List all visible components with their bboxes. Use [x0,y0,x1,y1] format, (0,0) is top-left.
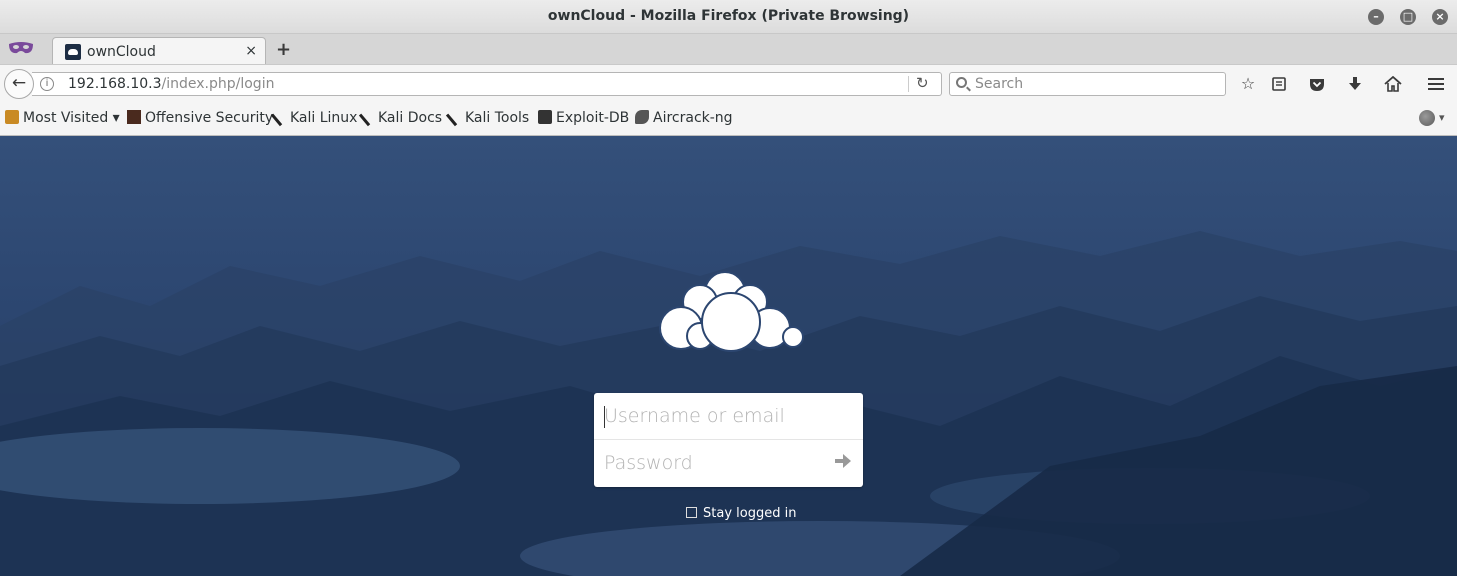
bookmark-kali-docs[interactable]: Kali Docs [358,107,443,127]
stay-logged-in-option[interactable]: Stay logged in [686,506,796,521]
folder-icon [5,110,19,124]
new-tab-button[interactable]: + [276,39,291,60]
bookmark-label: Kali Docs [378,110,443,126]
bookmark-aircrack-ng[interactable]: Aircrack-ng [635,110,733,126]
kali-dragon-icon [445,107,465,127]
submit-arrow-icon[interactable] [835,454,851,468]
offensive-security-icon [127,110,141,124]
url-separator [908,76,909,92]
text-cursor [604,406,605,428]
login-page-background: Stay logged in [0,136,1457,576]
bookmark-exploit-db[interactable]: Exploit-DB [538,110,629,126]
bookmarks-toolbar: Most Visited ▾ Offensive Security Kali L… [0,102,1457,136]
download-icon[interactable] [1344,73,1366,95]
login-form [594,393,863,487]
stay-logged-in-checkbox[interactable] [686,507,697,518]
search-bar[interactable] [949,72,1226,96]
aircrack-icon [635,110,649,124]
tab-owncloud[interactable]: ownCloud × [52,37,266,65]
url-bar[interactable]: i 192.168.10.3/index.php/login ↻ [32,72,942,96]
bookmark-most-visited[interactable]: Most Visited ▾ [5,110,120,126]
window-titlebar: ownCloud - Mozilla Firefox (Private Brow… [0,0,1457,34]
site-info-icon[interactable]: i [40,77,54,91]
bookmark-kali-linux[interactable]: Kali Linux [270,107,358,127]
stay-logged-in-label: Stay logged in [703,506,797,521]
username-input[interactable] [594,393,863,439]
chevron-down-icon[interactable]: ▾ [1439,111,1445,124]
bookmark-label: Aircrack-ng [653,110,733,126]
url-path: /index.php/login [161,76,275,92]
back-button[interactable]: ← [4,69,34,99]
url-host: 192.168.10.3 [68,76,162,92]
tab-strip: ownCloud × + [0,34,1457,65]
reload-icon[interactable]: ↻ [916,74,929,92]
tab-label: ownCloud [87,44,156,60]
home-icon[interactable] [1382,73,1404,95]
kali-dragon-icon [270,107,290,127]
password-input[interactable] [594,440,863,486]
globe-icon[interactable] [1419,110,1435,126]
bookmark-kali-tools[interactable]: Kali Tools [445,107,530,127]
bookmark-label: Kali Tools [465,110,530,126]
bookmark-star-icon[interactable]: ☆ [1237,73,1259,95]
owncloud-favicon-icon [65,44,81,60]
menu-icon[interactable] [1425,73,1447,95]
kali-dragon-icon [358,107,378,127]
private-browsing-mask-icon [9,42,33,54]
close-window-icon[interactable]: × [1432,9,1448,25]
exploit-db-icon [538,110,552,124]
maximize-icon[interactable]: □ [1400,9,1416,25]
reader-list-icon[interactable] [1268,73,1290,95]
url-text[interactable]: 192.168.10.3/index.php/login [68,76,274,92]
search-input[interactable] [975,75,1215,93]
minimize-icon[interactable]: – [1368,9,1384,25]
pocket-icon[interactable] [1306,73,1328,95]
window-title: ownCloud - Mozilla Firefox (Private Brow… [547,8,910,24]
bookmark-label: Exploit-DB [556,110,630,126]
tab-close-icon[interactable]: × [245,43,257,59]
bookmark-offensive-security[interactable]: Offensive Security [127,110,273,126]
search-icon [956,77,967,88]
navigation-toolbar: i 192.168.10.3/index.php/login ↻ ← ☆ [0,64,1457,102]
bookmark-label: Offensive Security [145,110,274,126]
bookmark-label: Most Visited ▾ [23,110,120,126]
owncloud-logo-icon [659,271,804,352]
bookmark-label: Kali Linux [290,110,358,126]
